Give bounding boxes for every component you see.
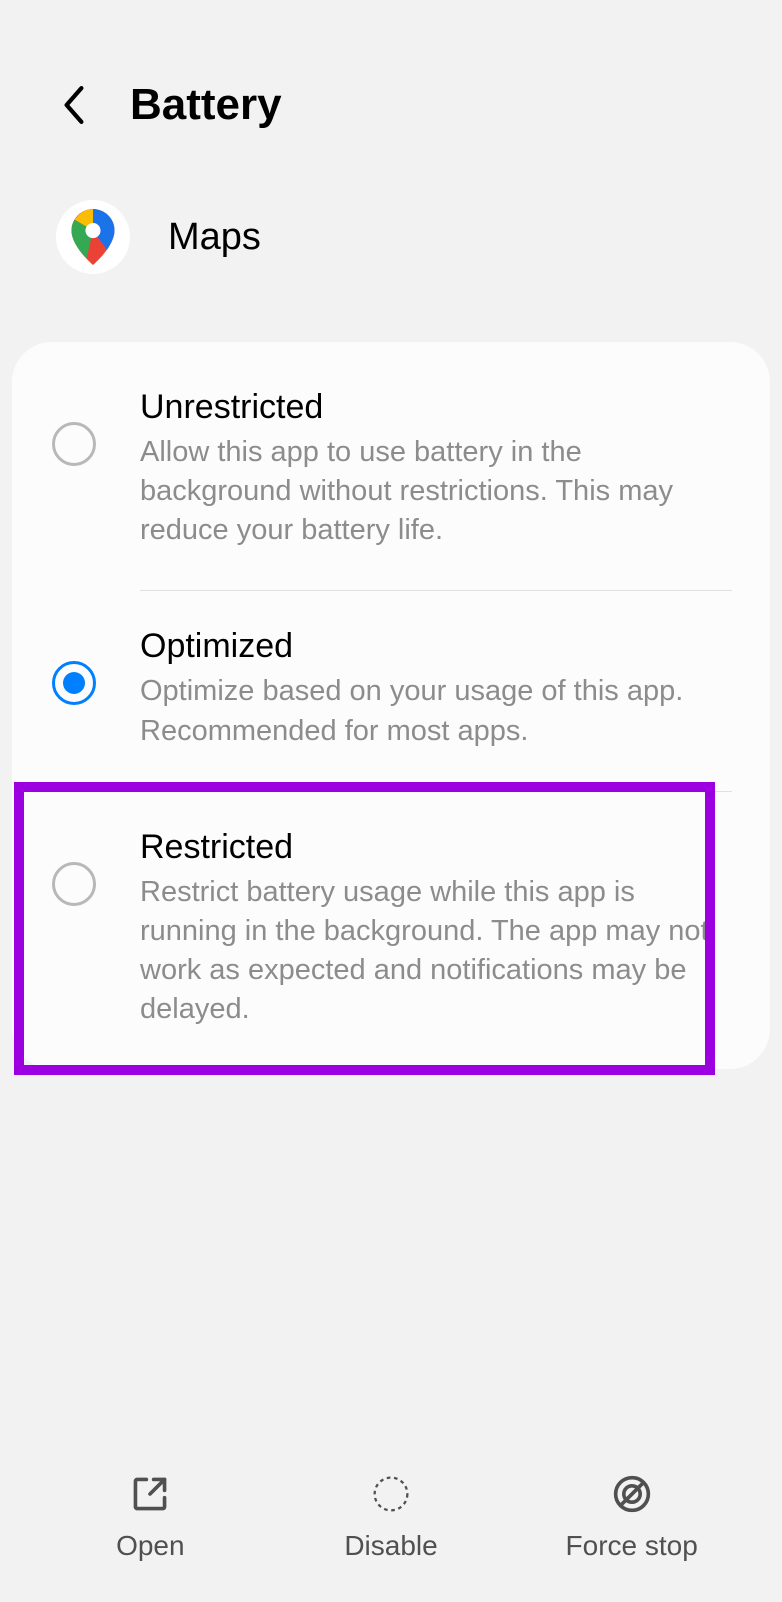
- radio-unrestricted[interactable]: [50, 420, 98, 468]
- open-button[interactable]: Open: [30, 1472, 271, 1562]
- option-title: Unrestricted: [140, 388, 732, 427]
- option-description: Allow this app to use battery in the bac…: [140, 433, 732, 550]
- option-title: Restricted: [140, 828, 732, 867]
- force-stop-label: Force stop: [566, 1530, 698, 1562]
- app-name: Maps: [168, 216, 261, 259]
- app-info: Maps: [0, 160, 782, 324]
- radio-optimized[interactable]: [50, 659, 98, 707]
- option-description: Restrict battery usage while this app is…: [140, 873, 732, 1030]
- open-icon: [128, 1472, 172, 1516]
- header: Battery: [0, 0, 782, 160]
- bottom-nav: Open Disable Force stop: [0, 1452, 782, 1602]
- force-stop-button[interactable]: Force stop: [511, 1472, 752, 1562]
- option-restricted[interactable]: Restricted Restrict battery usage while …: [12, 792, 770, 1070]
- option-description: Optimize based on your usage of this app…: [140, 672, 732, 750]
- option-optimized[interactable]: Optimized Optimize based on your usage o…: [12, 591, 770, 790]
- disable-icon: [369, 1472, 413, 1516]
- back-icon[interactable]: [56, 87, 92, 123]
- page-title: Battery: [130, 80, 282, 130]
- option-unrestricted[interactable]: Unrestricted Allow this app to use batte…: [12, 342, 770, 590]
- open-label: Open: [116, 1530, 185, 1562]
- disable-label: Disable: [344, 1530, 437, 1562]
- option-title: Optimized: [140, 627, 732, 666]
- force-stop-icon: [610, 1472, 654, 1516]
- maps-app-icon: [56, 200, 130, 274]
- radio-restricted[interactable]: [50, 860, 98, 908]
- battery-options-card: Unrestricted Allow this app to use batte…: [12, 342, 770, 1069]
- disable-button[interactable]: Disable: [271, 1472, 512, 1562]
